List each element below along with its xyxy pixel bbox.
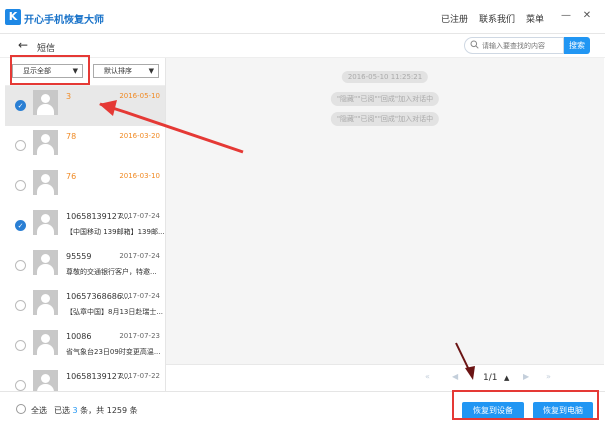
- message-list-item[interactable]: 76 2016-03-10: [5, 166, 165, 206]
- message-date: 2016-03-10: [119, 172, 160, 180]
- minimize-icon[interactable]: —: [560, 10, 572, 21]
- menu-link[interactable]: 菜单: [526, 12, 544, 25]
- back-arrow-icon[interactable]: ←: [18, 38, 28, 52]
- last-page-icon[interactable]: »: [546, 372, 551, 381]
- select-all-checkbox[interactable]: [16, 404, 26, 414]
- contact-us-link[interactable]: 联系我们: [479, 12, 515, 25]
- first-page-icon[interactable]: «: [425, 372, 430, 381]
- message-preview: 尊敬的交通银行客户，特邀...: [66, 268, 157, 276]
- message-date: 2016-05-10: [119, 92, 160, 100]
- message-checkbox[interactable]: ✓: [15, 220, 26, 231]
- contact-avatar-icon: [33, 250, 58, 275]
- message-list: ✓ 3 2016-05-10 78 2016-03-20 76 2016-03-10 ✓ 106…: [5, 86, 165, 391]
- message-list-item[interactable]: ✓ 3 2016-05-10: [5, 86, 165, 126]
- message-list-item[interactable]: 95559 2017-07-24 尊敬的交通银行客户，特邀...: [5, 246, 165, 286]
- selection-summary: 已选 3 条，共 1259 条: [54, 405, 138, 416]
- selection-prefix: 已选: [54, 406, 73, 415]
- next-page-icon[interactable]: ▶: [523, 372, 529, 381]
- message-list-item[interactable]: 10658139127... 2017-07-22: [5, 366, 165, 391]
- app-logo-icon: K: [5, 9, 21, 25]
- message-checkbox[interactable]: [15, 180, 26, 191]
- message-date: 2017-07-24: [119, 292, 160, 300]
- message-date: 2017-07-24: [119, 212, 160, 220]
- annotation-box-filter: [10, 55, 90, 85]
- message-date: 2016-03-20: [119, 132, 160, 140]
- message-checkbox[interactable]: [15, 140, 26, 151]
- message-sender: 95559: [66, 252, 92, 261]
- message-date: 2017-07-22: [119, 372, 160, 380]
- close-icon[interactable]: ✕: [581, 10, 593, 21]
- chat-system-line: "隐藏""已阅""回成"加入对话中: [330, 112, 440, 126]
- message-preview: 【弘章中国】8月13日赴瑞士...: [66, 308, 164, 316]
- sort-label: 默认排序: [104, 67, 132, 75]
- search-input[interactable]: [482, 40, 562, 52]
- contact-avatar-icon: [33, 330, 58, 355]
- page-up-icon[interactable]: ▲: [504, 374, 509, 382]
- pagination-bar: « ◀ 1/1 ▲ ▶ »: [166, 364, 604, 391]
- message-sender: 3: [66, 92, 72, 101]
- contact-avatar-icon: [33, 90, 58, 115]
- select-all-label: 全选: [31, 406, 47, 415]
- section-header: ← 短信 搜索: [0, 34, 605, 58]
- sort-dropdown[interactable]: 默认排序 ▼: [93, 64, 159, 78]
- message-list-panel: 显示全部 ▼ 默认排序 ▼ ✓ 3 2016-05-10 78 2016-03-20 76…: [5, 58, 166, 391]
- contact-avatar-icon: [33, 210, 58, 235]
- prev-page-icon[interactable]: ◀: [452, 372, 458, 381]
- registered-link[interactable]: 已注册: [441, 12, 468, 25]
- contact-avatar-icon: [33, 170, 58, 195]
- selection-suffix: 条，共 1259 条: [77, 406, 138, 415]
- message-checkbox[interactable]: [15, 380, 26, 391]
- message-sender: 10086: [66, 332, 92, 341]
- annotation-box-restore: [452, 390, 599, 420]
- message-list-item[interactable]: 78 2016-03-20: [5, 126, 165, 166]
- title-bar: K 开心手机恢复大师 已注册 联系我们 菜单 — ✕: [0, 0, 605, 34]
- contact-avatar-icon: [33, 370, 58, 391]
- message-sender: 78: [66, 132, 77, 141]
- chat-system-line: "隐藏""已阅""回成"加入对话中: [330, 92, 440, 106]
- message-list-item[interactable]: ✓ 10658139127... 2017-07-24 【中国移动 139邮箱】139…: [5, 206, 165, 246]
- contact-avatar-icon: [33, 290, 58, 315]
- app-title: 开心手机恢复大师: [24, 15, 104, 26]
- message-checkbox[interactable]: ✓: [15, 100, 26, 111]
- message-date: 2017-07-24: [119, 252, 160, 260]
- search-button[interactable]: 搜索: [564, 37, 590, 54]
- chat-timestamp: 2016-05-10 11:25:21: [341, 71, 429, 83]
- page-indicator: 1/1: [483, 373, 498, 383]
- message-preview: 【中国移动 139邮箱】139邮...: [66, 228, 164, 236]
- message-list-item[interactable]: 10657368686... 2017-07-24 【弘章中国】8月13日赴瑞士..…: [5, 286, 165, 326]
- message-date: 2017-07-23: [119, 332, 160, 340]
- message-list-item[interactable]: 10086 2017-07-23 省气象台23日09时变更高温...: [5, 326, 165, 366]
- message-preview: 省气象台23日09时变更高温...: [66, 348, 161, 356]
- contact-avatar-icon: [33, 130, 58, 155]
- search-icon: [470, 40, 479, 52]
- message-checkbox[interactable]: [15, 260, 26, 271]
- message-sender: 76: [66, 172, 77, 181]
- message-checkbox[interactable]: [15, 340, 26, 351]
- search-box: [464, 37, 564, 54]
- chevron-down-icon: ▼: [148, 67, 154, 75]
- message-checkbox[interactable]: [15, 300, 26, 311]
- conversation-panel: 2016-05-10 11:25:21 "隐藏""已阅""回成"加入对话中 "隐…: [166, 58, 604, 364]
- section-title: 短信: [37, 44, 56, 54]
